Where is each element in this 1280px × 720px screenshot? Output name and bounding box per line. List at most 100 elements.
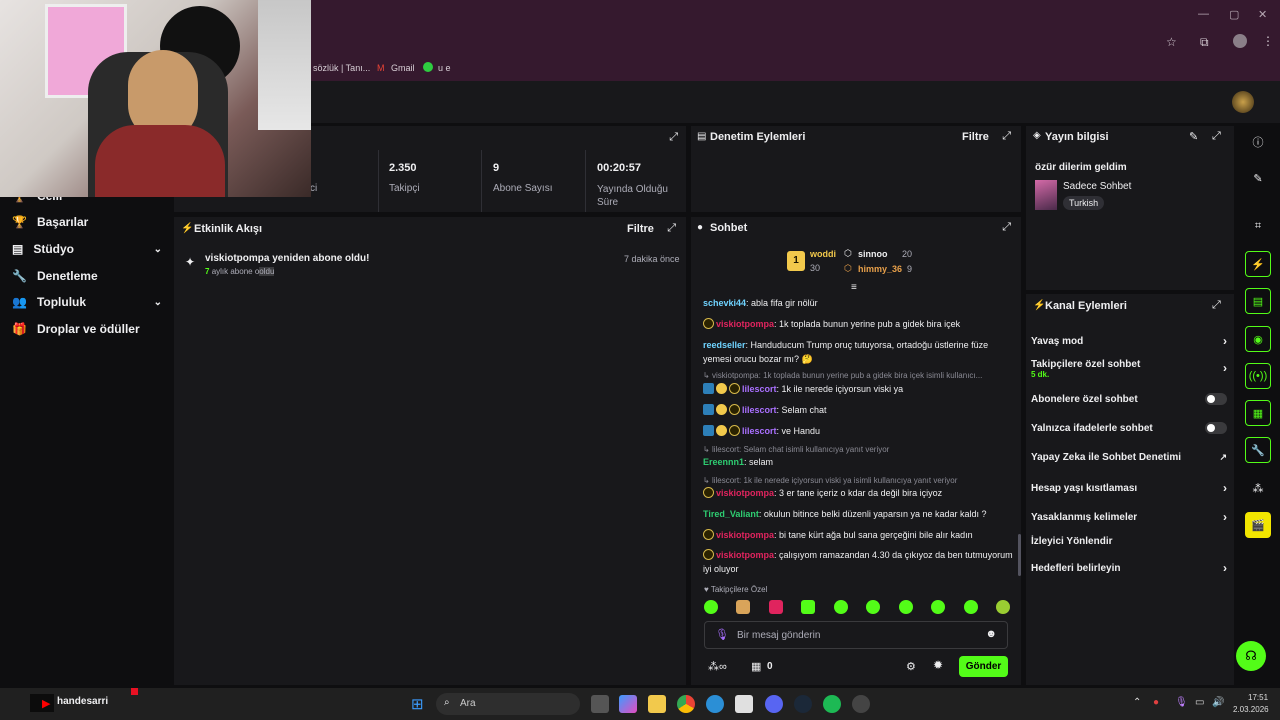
store-icon[interactable]: ▦ xyxy=(1245,400,1271,426)
chat-username[interactable]: viskiotpompa xyxy=(716,530,774,540)
emote-only-toggle[interactable] xyxy=(1205,422,1227,434)
emote-icon[interactable] xyxy=(898,600,913,614)
stream-tag[interactable]: Turkish xyxy=(1063,196,1105,210)
popout-icon[interactable]: ⤢ xyxy=(1212,299,1221,312)
moderation-filter-button[interactable]: Filtre xyxy=(962,131,989,143)
chat-username[interactable]: viskiotpompa xyxy=(716,488,774,498)
collapse-icon[interactable]: ≡ xyxy=(851,282,857,293)
user-avatar[interactable] xyxy=(1232,91,1254,113)
close-icon[interactable]: ✕ xyxy=(1258,8,1267,21)
chat-username[interactable]: viskiotpompa xyxy=(716,319,774,329)
send-button[interactable]: Gönder xyxy=(959,656,1008,677)
emote-icon[interactable] xyxy=(801,600,816,614)
bookmark-item[interactable]: u e xyxy=(438,63,451,73)
emote-icon[interactable] xyxy=(931,600,946,614)
bookmark-item[interactable]: sözlük | Tanı... xyxy=(313,63,370,73)
action-slow-mode[interactable]: Yavaş mod › xyxy=(1031,334,1227,348)
emote-icon[interactable] xyxy=(995,600,1010,614)
chat-username[interactable]: reedseller xyxy=(703,340,746,350)
action-raid-viewers[interactable]: İzleyici Yönlendir xyxy=(1031,536,1227,547)
nav-item-moderation[interactable]: 🔧 Denetleme xyxy=(12,269,162,283)
popout-icon[interactable]: ⤢ xyxy=(1002,130,1011,143)
emote-icon[interactable] xyxy=(833,600,848,614)
action-subscriber-only-chat[interactable]: Abonelere özel sohbet xyxy=(1031,393,1227,405)
address-bar[interactable] xyxy=(311,31,1280,53)
tray-app-icon[interactable]: ● xyxy=(1153,697,1159,708)
popout-icon[interactable]: ⤢ xyxy=(1212,130,1221,143)
store-icon[interactable]: ▦ xyxy=(751,660,761,673)
chat-scrollbar[interactable] xyxy=(1018,534,1021,576)
maximize-icon[interactable]: ▢ xyxy=(1229,8,1239,21)
lightning-icon[interactable]: ⚡ xyxy=(1245,251,1271,277)
channel-points-icon[interactable]: ⁂ xyxy=(1245,475,1271,501)
broadcast-icon[interactable]: ((•)) xyxy=(1245,363,1271,389)
wrench-icon[interactable]: 🔧 xyxy=(1245,437,1271,463)
leaderboard-user[interactable]: himmy_36 xyxy=(858,264,902,274)
chat-input[interactable]: 🎙 Bir mesaj gönderin ☻ xyxy=(704,621,1008,649)
document-icon[interactable]: ▤ xyxy=(1245,288,1271,314)
copilot-icon[interactable] xyxy=(619,695,637,713)
popout-icon[interactable]: ⤢ xyxy=(669,131,678,144)
task-view-icon[interactable] xyxy=(591,695,609,713)
emoji-icon[interactable]: ☻ xyxy=(985,628,997,640)
clapperboard-icon[interactable]: 🎬 xyxy=(1245,512,1271,538)
leaderboard-user[interactable]: woddi xyxy=(810,249,836,259)
action-account-age[interactable]: Hesap yaşı kısıtlaması › xyxy=(1031,481,1227,495)
nav-item-studio[interactable]: ▤ Stüdyo ⌄ xyxy=(12,242,162,256)
discord-icon[interactable] xyxy=(765,695,783,713)
support-headset-icon[interactable]: ☊ xyxy=(1236,641,1266,671)
windows-start-icon[interactable]: ⊞ xyxy=(411,695,424,713)
chrome-icon[interactable] xyxy=(677,695,695,713)
microphone-icon[interactable]: 🎙 xyxy=(1175,697,1188,708)
taskbar-search[interactable]: ⌕ Ara xyxy=(436,693,580,715)
settings-gear-icon[interactable]: ⚙ xyxy=(906,660,916,673)
action-banned-words[interactable]: Yasaklanmış kelimeler › xyxy=(1031,510,1227,524)
store-app-icon[interactable] xyxy=(735,695,753,713)
subscriber-only-toggle[interactable] xyxy=(1205,393,1227,405)
bookmark-item[interactable]: Gmail xyxy=(391,63,415,73)
chat-username[interactable]: viskiotpompa xyxy=(716,550,774,560)
bot-icon[interactable]: ✹ xyxy=(933,658,943,672)
tray-overflow-icon[interactable]: ⌃ xyxy=(1133,697,1141,708)
spotify-icon[interactable] xyxy=(823,695,841,713)
edit-pencil-icon[interactable]: ✎ xyxy=(1245,165,1271,191)
emote-icon[interactable] xyxy=(963,600,978,614)
emote-icon[interactable] xyxy=(736,600,751,614)
popout-icon[interactable]: ⤢ xyxy=(667,222,676,235)
obs-icon[interactable] xyxy=(852,695,870,713)
leaderboard-user[interactable]: sinnoo xyxy=(858,249,888,259)
nav-item-achievements[interactable]: 🏆 Başarılar xyxy=(12,215,162,229)
nav-item-community[interactable]: 👥 Topluluk ⌄ xyxy=(12,295,162,309)
extensions-icon[interactable]: ⧉ xyxy=(1200,35,1209,50)
emote-icon[interactable] xyxy=(768,600,783,614)
info-icon[interactable]: ⓘ xyxy=(1245,129,1271,155)
steam-icon[interactable] xyxy=(794,695,812,713)
profile-avatar[interactable] xyxy=(1233,34,1247,48)
chat-username[interactable]: lilescort xyxy=(742,405,777,415)
chat-username[interactable]: Ereennn1 xyxy=(703,457,744,467)
popout-icon[interactable]: ⤢ xyxy=(1002,221,1011,234)
action-follower-only-chat[interactable]: Takipçilere özel sohbet 5 dk. › xyxy=(1031,359,1227,379)
nav-item-drops-rewards[interactable]: 🎁 Droplar ve ödüller xyxy=(12,322,162,336)
microphone-icon[interactable]: 🎙 xyxy=(715,628,729,641)
clip-icon[interactable]: ⌗ xyxy=(1245,213,1271,239)
stream-category[interactable]: Sadece Sohbet xyxy=(1063,181,1131,192)
activity-filter-button[interactable]: Filtre xyxy=(627,223,654,235)
emote-icon[interactable] xyxy=(866,600,881,614)
network-icon[interactable]: ▭ xyxy=(1195,697,1204,708)
clock-time[interactable]: 17:51 xyxy=(1248,693,1268,702)
action-emote-only-chat[interactable]: Yalnızca ifadelerle sohbet xyxy=(1031,422,1227,434)
action-set-goals[interactable]: Hedefleri belirleyin › xyxy=(1031,561,1227,575)
chat-username[interactable]: lilescort xyxy=(742,426,777,436)
edit-pencil-icon[interactable]: ✎ xyxy=(1189,130,1198,143)
chat-bubble-icon[interactable]: ◉ xyxy=(1245,326,1271,352)
channel-points-icon[interactable]: ⁂∞ xyxy=(708,660,727,673)
chat-username[interactable]: schevki44 xyxy=(703,298,746,308)
action-ai-moderation[interactable]: Yapay Zeka ile Sohbet Denetimi ↗ xyxy=(1031,452,1227,463)
emote-icon[interactable] xyxy=(704,600,718,614)
bookmark-star-icon[interactable]: ☆ xyxy=(1166,35,1177,49)
chat-username[interactable]: Tired_Valiant xyxy=(703,509,759,519)
menu-icon[interactable]: ⋮ xyxy=(1262,34,1274,48)
file-explorer-icon[interactable] xyxy=(648,695,666,713)
minimize-icon[interactable]: — xyxy=(1198,8,1209,20)
